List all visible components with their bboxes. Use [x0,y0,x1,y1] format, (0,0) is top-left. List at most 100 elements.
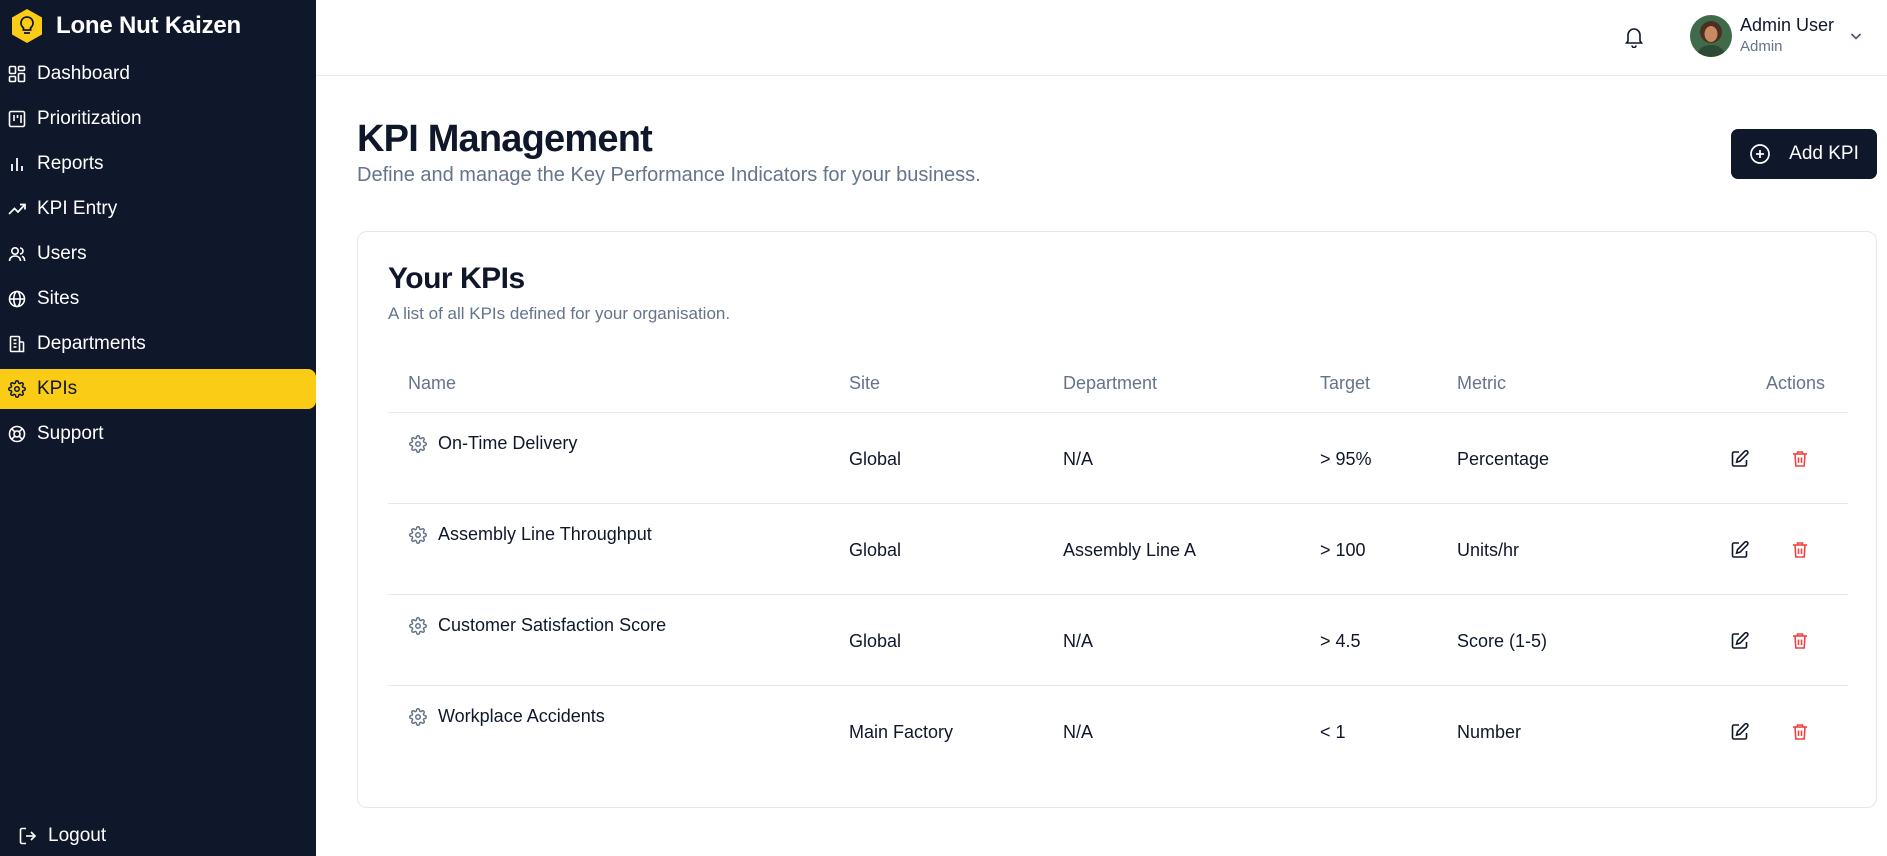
column-header-name: Name [408,373,457,393]
avatar [1690,15,1732,57]
kpi-name-cell: Workplace Accidents [408,706,605,727]
gear-icon [408,434,428,454]
sidebar-item-reports[interactable]: Reports [0,144,316,184]
sidebar-item-support[interactable]: Support [0,414,316,454]
kpi-site: Global [849,631,902,651]
sidebar-item-label: KPIs [37,378,78,399]
sidebar-item-users[interactable]: Users [0,234,316,274]
sidebar-item-kpis[interactable]: KPIs [0,369,316,409]
kpi-target: > 95% [1320,449,1372,469]
gear-icon [408,616,428,636]
column-header-target: Target [1320,373,1371,393]
add-kpi-button[interactable]: Add KPI [1731,129,1877,179]
logout-icon [18,826,38,846]
kpi-target: > 100 [1320,540,1366,560]
kpi-card: Your KPIs A list of all KPIs defined for… [357,231,1877,808]
sidebar-item-label: Dashboard [37,63,130,84]
sidebar-item-label: Prioritization [37,108,142,129]
gear-icon [408,707,428,727]
kanban-icon [8,110,26,128]
trash-icon[interactable] [1788,447,1812,471]
globe-icon [8,290,26,308]
card-subtitle: A list of all KPIs defined for your orga… [388,304,731,323]
sidebar-item-kpi-entry[interactable]: KPI Entry [0,189,316,229]
dashboard-icon [8,65,26,83]
kpi-table: Name Site Department Target Metric Actio… [388,366,1848,777]
kpi-department: Assembly Line A [1063,540,1197,560]
sidebar-item-label: Sites [37,288,80,309]
user-info: Admin User Admin [1740,16,1834,55]
kpi-metric: Score (1-5) [1457,631,1548,651]
bar-chart-icon [8,155,26,173]
top-bar: Admin User Admin [316,0,1887,76]
bell-icon[interactable] [1622,25,1646,49]
users-icon [8,245,26,263]
edit-icon[interactable] [1728,720,1752,744]
add-kpi-label: Add KPI [1789,143,1859,164]
sidebar-item-sites[interactable]: Sites [0,279,316,319]
kpi-metric: Number [1457,722,1522,742]
sidebar: Lone Nut Kaizen Dashboard Prioritization… [0,0,316,856]
gear-icon [8,380,26,398]
table-row: On-Time Delivery Global N/A > 95% Percen… [388,413,1848,504]
brand[interactable]: Lone Nut Kaizen [10,8,241,44]
table-row: Workplace Accidents Main Factory N/A < 1… [388,686,1848,777]
kpi-name: Assembly Line Throughput [438,524,652,544]
lifebuoy-icon [8,425,26,443]
kpi-name-cell: On-Time Delivery [408,433,577,454]
sidebar-item-departments[interactable]: Departments [0,324,316,364]
sidebar-item-label: Reports [37,153,104,174]
user-name: Admin User [1740,15,1835,36]
column-header-metric: Metric [1457,373,1506,393]
kpi-target: < 1 [1320,722,1346,742]
trending-up-icon [8,200,26,218]
chevron-down-icon [1848,28,1864,44]
table-header: Name Site Department Target Metric Actio… [388,366,1848,413]
kpi-name-cell: Assembly Line Throughput [408,524,652,545]
kpi-site: Main Factory [849,722,954,742]
kpi-target: > 4.5 [1320,631,1361,651]
page-title: KPI Management [357,118,653,160]
user-menu[interactable]: Admin User Admin [1690,14,1864,58]
trash-icon[interactable] [1788,538,1812,562]
column-header-department: Department [1063,373,1158,393]
logout-label: Logout [48,825,107,846]
kpi-site: Global [849,540,902,560]
column-header-actions: Actions [1766,373,1826,393]
kpi-department: N/A [1063,631,1094,651]
edit-icon[interactable] [1728,447,1752,471]
table-row: Assembly Line Throughput Global Assembly… [388,504,1848,595]
sidebar-item-label: Support [37,423,104,444]
kpi-department: N/A [1063,449,1094,469]
trash-icon[interactable] [1788,720,1812,744]
card-title: Your KPIs [388,262,525,295]
logout-button[interactable]: Logout [18,822,106,850]
edit-icon[interactable] [1728,538,1752,562]
kpi-metric: Percentage [1457,449,1550,469]
sidebar-item-label: KPI Entry [37,198,118,219]
plus-circle-icon [1749,143,1771,165]
kpi-name: Customer Satisfaction Score [438,615,667,635]
table-body: On-Time Delivery Global N/A > 95% Percen… [388,413,1848,777]
column-header-site: Site [849,373,881,393]
sidebar-item-dashboard[interactable]: Dashboard [0,54,316,94]
kpi-site: Global [849,449,902,469]
app-name: Lone Nut Kaizen [56,12,242,39]
kpi-name: On-Time Delivery [438,433,578,453]
trash-icon[interactable] [1788,629,1812,653]
user-role: Admin [1740,38,1783,56]
sidebar-item-label: Users [37,243,87,264]
lightbulb-icon [10,8,44,44]
gear-icon [408,525,428,545]
kpi-metric: Units/hr [1457,540,1520,560]
kpi-name: Workplace Accidents [438,706,605,726]
page-subtitle: Define and manage the Key Performance In… [357,164,981,186]
table-row: Customer Satisfaction Score Global N/A >… [388,595,1848,686]
sidebar-nav: Dashboard Prioritization Reports KPI Ent… [0,54,316,459]
sidebar-item-prioritization[interactable]: Prioritization [0,99,316,139]
kpi-name-cell: Customer Satisfaction Score [408,615,666,636]
sidebar-item-label: Departments [37,333,146,354]
kpi-department: N/A [1063,722,1094,742]
edit-icon[interactable] [1728,629,1752,653]
building-icon [8,335,26,353]
